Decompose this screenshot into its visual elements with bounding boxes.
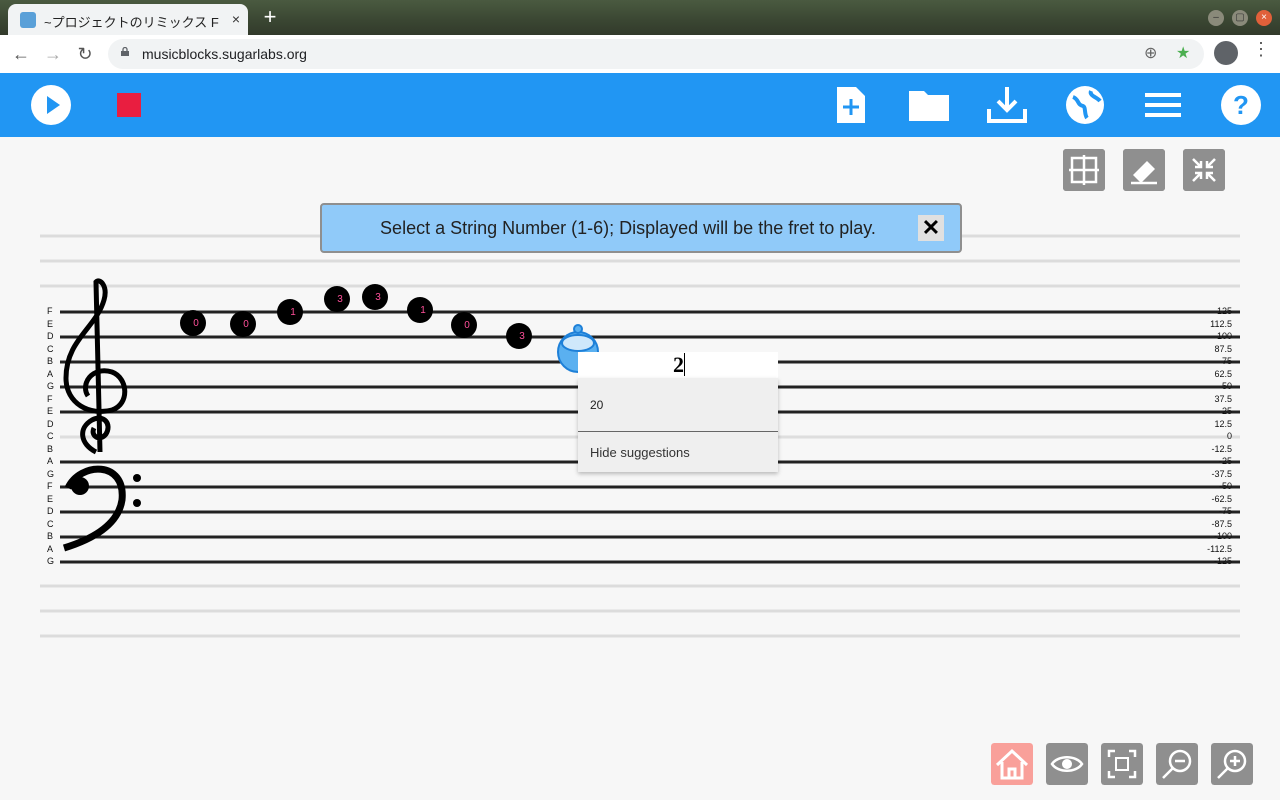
grid-icon[interactable] [1063, 149, 1105, 191]
y-coordinate-label: 0 [1226, 431, 1232, 441]
treble-clef-icon [63, 278, 128, 455]
y-coordinate-label: 125 [1216, 306, 1232, 316]
y-coordinate-label: -62.5 [1211, 493, 1232, 504]
y-coordinate-label: -37.5 [1211, 468, 1232, 479]
y-coordinate-label: 100 [1216, 331, 1232, 341]
y-coordinate-label: 25 [1221, 406, 1232, 416]
autocomplete-suggestions: 20 Hide suggestions [578, 378, 778, 472]
pitch-label: A [47, 368, 54, 379]
show-hide-blocks-icon[interactable] [1046, 743, 1088, 785]
fret-number-label: 1 [290, 307, 296, 318]
y-coordinate-label: 37.5 [1214, 393, 1232, 404]
y-coordinate-label: -75 [1218, 506, 1232, 516]
pitch-label: B [47, 531, 54, 541]
hide-suggestions-button[interactable]: Hide suggestions [590, 445, 690, 460]
pitch-label: D [47, 506, 54, 516]
pitch-label: F [47, 306, 53, 316]
input-value: 2 [673, 352, 684, 377]
pitch-label: E [47, 406, 54, 416]
fret-number-label: 3 [375, 292, 381, 303]
pitch-label: F [47, 393, 53, 404]
pitch-label: G [47, 381, 55, 391]
pitch-label: B [47, 443, 54, 454]
text-caret [684, 353, 685, 376]
pitch-label: E [47, 318, 54, 329]
notes-layer: 0 0 1 3 3 1 0 3 [180, 284, 532, 349]
y-coordinate-label: -125 [1213, 556, 1232, 566]
pitch-label: F [47, 481, 53, 491]
pitch-label: G [47, 556, 55, 566]
pitch-label: D [47, 331, 54, 341]
suggestion-divider [578, 431, 778, 432]
fret-number-label: 3 [519, 331, 525, 342]
pitch-label: B [47, 356, 54, 366]
pitch-label: C [47, 343, 54, 354]
pitch-label: D [47, 418, 54, 429]
close-banner-button[interactable]: ✕ [918, 215, 944, 241]
y-coordinate-label: -112.5 [1207, 543, 1232, 554]
y-coordinate-label: -100 [1213, 531, 1232, 541]
y-coordinate-label: 112.5 [1210, 318, 1232, 329]
fret-number-label: 0 [464, 320, 470, 331]
instruction-banner: Select a String Number (1-6); Displayed … [320, 203, 962, 253]
zoom-in-icon[interactable] [1211, 743, 1253, 785]
y-coordinate-label: 62.5 [1214, 368, 1232, 379]
expand-blocks-icon[interactable] [1101, 743, 1143, 785]
instruction-text: Select a String Number (1-6); Displayed … [380, 218, 876, 238]
eraser-icon[interactable] [1123, 149, 1165, 191]
fret-number-label: 1 [420, 305, 426, 316]
collapse-icon[interactable] [1183, 149, 1225, 191]
y-coordinate-label: 12.5 [1214, 418, 1232, 429]
fret-number-label: 0 [193, 318, 199, 329]
y-coordinate-label: -50 [1218, 481, 1232, 491]
suggestion-item[interactable]: 20 [590, 398, 603, 412]
y-coordinate-label: -25 [1218, 456, 1232, 466]
y-coordinate-label: -12.5 [1211, 443, 1232, 454]
pitch-label: A [47, 543, 54, 554]
home-icon[interactable] [991, 743, 1033, 785]
y-coordinate-label: 87.5 [1214, 343, 1232, 354]
y-coordinate-label: 50 [1221, 381, 1232, 391]
pitch-label: C [47, 518, 54, 529]
fret-number-label: 0 [243, 319, 249, 330]
pitch-label: E [47, 493, 54, 504]
pitch-label: C [47, 431, 54, 441]
fret-number-label: 3 [337, 294, 343, 305]
pitch-label: G [47, 468, 55, 479]
pitch-label: A [47, 456, 54, 466]
zoom-out-icon[interactable] [1156, 743, 1198, 785]
y-coordinate-label: -87.5 [1211, 518, 1232, 529]
string-number-input[interactable]: 2 [578, 352, 778, 378]
y-coordinate-label: 75 [1221, 356, 1232, 366]
